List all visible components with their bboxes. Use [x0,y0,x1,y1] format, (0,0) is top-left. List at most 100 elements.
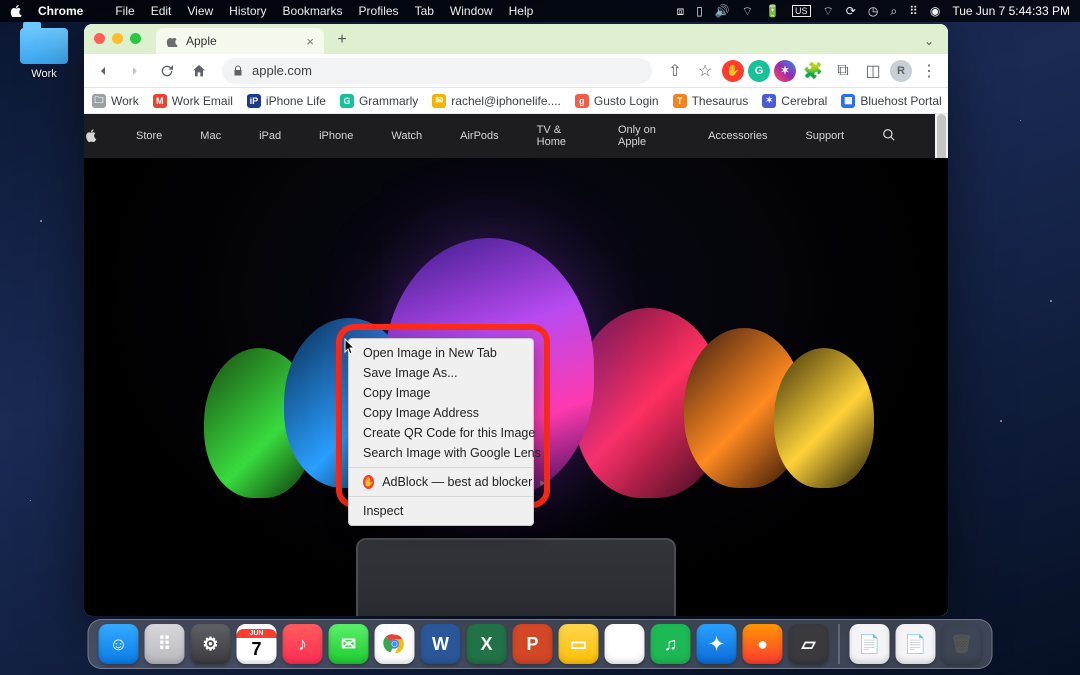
menubar-app-name[interactable]: Chrome [38,4,83,18]
chrome-menu-icon[interactable]: ⋮ [916,58,942,84]
apple-nav-accessories[interactable]: Accessories [708,130,767,142]
control-center-icon[interactable]: ⠿ [909,4,918,18]
menubar-clock[interactable]: Tue Jun 7 5:44:33 PM [952,4,1070,18]
menubar-item-help[interactable]: Help [509,4,534,18]
apple-globalnav: Store Mac iPad iPhone Watch AirPods TV & Home O… [84,114,948,158]
apple-nav-ipad[interactable]: iPad [259,130,281,142]
bookmark-cerebral[interactable]: ✶Cerebral [762,94,827,108]
window-zoom-button[interactable] [130,33,141,44]
sync-icon[interactable]: ⟳ [846,4,856,18]
apple-favicon-icon [166,35,178,47]
window-close-button[interactable] [94,33,105,44]
wifi-icon[interactable]: ⌔ [823,4,834,19]
ctx-search-image-with-google-lens[interactable]: Search Image with Google Lens [349,443,533,463]
dock-excel[interactable]: X [467,624,507,664]
tabs-overflow-icon[interactable]: ⌄ [924,34,934,48]
dock-slack[interactable]: ⌗ [605,624,645,664]
bookmark-grammarly[interactable]: GGrammarly [340,94,418,108]
desktop-folder-work[interactable]: Work [18,28,70,80]
menubar-item-edit[interactable]: Edit [151,4,172,18]
bluetooth-icon[interactable]: ⌔ [742,4,753,19]
dock-firefox[interactable]: ● [743,624,783,664]
clock-icon[interactable]: ◷ [868,4,878,18]
dock-music[interactable]: ♪ [283,624,323,664]
dock-word[interactable]: W [421,624,461,664]
bookmark-rachel-iphonelife-[interactable]: ✉rachel@iphonelife.... [432,94,561,108]
ctx-copy-image-address[interactable]: Copy Image Address [349,403,533,423]
menubar-item-profiles[interactable]: Profiles [359,4,399,18]
dock-calendar[interactable]: JUN7 [237,624,277,664]
url-text: apple.com [252,63,312,78]
nav-back-button[interactable] [90,58,116,84]
bookmark-thesaurus[interactable]: TThesaurus [673,94,749,108]
profile-avatar[interactable]: R [890,60,912,82]
siri-icon[interactable]: ◉ [930,4,940,18]
apple-nav-only-on-apple[interactable]: Only on Apple [618,124,670,148]
dock-activity[interactable]: ▱ [789,624,829,664]
ctx-create-qr-code-for-this-image[interactable]: Create QR Code for this Image [349,423,533,443]
menubar-item-view[interactable]: View [187,4,213,18]
volume-icon[interactable]: 🔊 [715,4,730,18]
dock-finder[interactable]: ☺ [99,624,139,664]
apple-menu-icon[interactable] [10,5,22,17]
ext-grammarly-icon[interactable]: G [748,60,770,82]
dock-notes[interactable]: ▭ [559,624,599,664]
dock-launchpad[interactable]: ⠿ [145,624,185,664]
dock-messages[interactable]: ✉ [329,624,369,664]
menubar-item-bookmarks[interactable]: Bookmarks [283,4,343,18]
battery-icon[interactable]: 🔋 [765,4,780,18]
ctx-inspect[interactable]: Inspect [349,501,533,521]
nav-forward-button[interactable] [122,58,148,84]
apple-nav-tv-home[interactable]: TV & Home [537,124,580,148]
sidepanel-icon[interactable]: ◫ [860,58,886,84]
apple-nav-iphone[interactable]: iPhone [319,130,353,142]
apple-nav-mac[interactable]: Mac [200,130,221,142]
window-minimize-button[interactable] [112,33,123,44]
menubar-item-tab[interactable]: Tab [415,4,434,18]
extensions-puzzle-icon[interactable]: 🧩 [800,58,826,84]
share-icon[interactable]: ⇧ [662,58,688,84]
ctx-adblock[interactable]: ✋AdBlock — best ad blocker▸ [349,472,533,492]
dock-doc2[interactable]: 📄 [896,624,936,664]
dock-trash[interactable]: 🗑 [942,624,982,664]
apple-nav-airpods[interactable]: AirPods [460,130,499,142]
favicon-icon: iP [247,94,261,108]
apple-logo-icon[interactable] [84,128,98,145]
tab-close-icon[interactable]: × [306,34,314,49]
ext-adblock-icon[interactable]: ✋ [722,60,744,82]
nav-home-button[interactable] [186,58,212,84]
dock-settings[interactable]: ⚙ [191,624,231,664]
dock-spotify[interactable]: ♫ [651,624,691,664]
cast-icon[interactable]: ⧉ [830,58,856,84]
doc-icon[interactable]: ▯ [696,4,703,18]
bookmark-bluehost-portal[interactable]: ▦Bluehost Portal [841,94,941,108]
new-tab-button[interactable]: + [330,28,354,52]
apple-nav-support[interactable]: Support [805,130,844,142]
apple-nav-store[interactable]: Store [136,130,162,142]
address-bar[interactable]: apple.com [222,58,652,84]
menubar-item-history[interactable]: History [229,4,266,18]
bookmark-work[interactable]: 🗀Work [92,94,139,108]
menubar-item-file[interactable]: File [115,4,134,18]
bookmark-work-email[interactable]: MWork Email [153,94,233,108]
dock-powerpoint[interactable]: P [513,624,553,664]
apple-nav-watch[interactable]: Watch [391,130,422,142]
menubar-item-window[interactable]: Window [450,4,493,18]
dock-chrome[interactable] [375,624,415,664]
ctx-open-image-in-new-tab[interactable]: Open Image in New Tab [349,343,533,363]
nav-reload-button[interactable] [154,58,180,84]
browser-tab-active[interactable]: Apple × [156,28,324,54]
ctx-copy-image[interactable]: Copy Image [349,383,533,403]
spotlight-icon[interactable]: ⌕ [890,4,897,19]
bookmark-gusto-login[interactable]: gGusto Login [575,94,659,108]
apple-nav-search-icon[interactable] [882,128,896,145]
bookmark-iphone-life[interactable]: iPiPhone Life [247,94,326,108]
bookmark-star-icon[interactable]: ☆ [692,58,718,84]
dropbox-icon[interactable]: ⧈ [677,4,685,19]
dock-safari[interactable]: ✦ [697,624,737,664]
ext-color-icon[interactable]: ✶ [774,60,796,82]
dock-doc1[interactable]: 📄 [850,624,890,664]
ctx-save-image-as-[interactable]: Save Image As... [349,363,533,383]
chrome-window: Apple × + ⌄ apple.com ⇧ ☆ ✋ G ✶ 🧩 ⧉ ◫ R … [84,24,948,616]
input-source-icon[interactable]: US [792,5,811,17]
